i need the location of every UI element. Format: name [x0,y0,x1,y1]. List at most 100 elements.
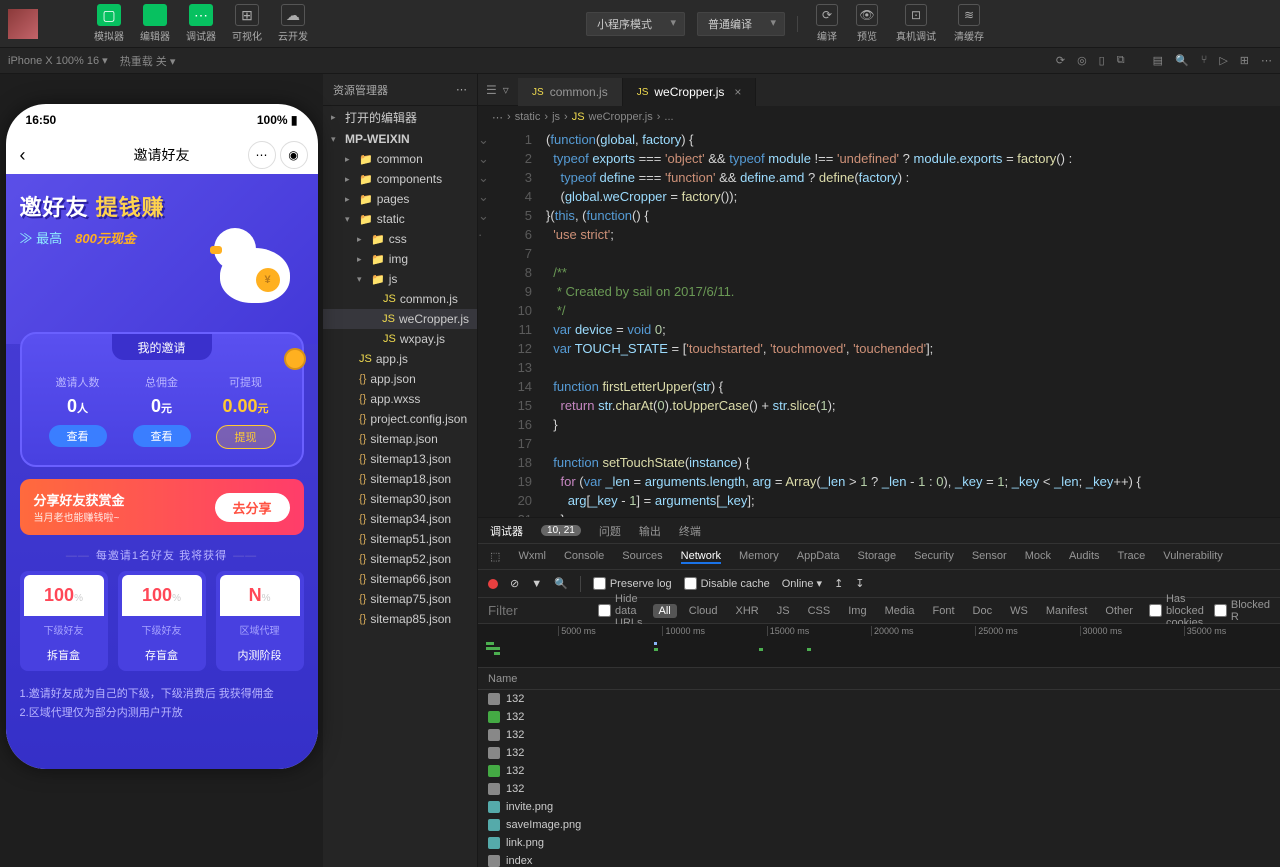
devtools-panel-AppData[interactable]: AppData [797,550,840,564]
tree-item-sitemap13.json[interactable]: {}sitemap13.json [323,449,477,469]
tool-编译[interactable]: ⟳编译 [810,4,844,43]
phone-menu-more-icon[interactable]: ⋯ [248,141,276,169]
tree-item-sitemap51.json[interactable]: {}sitemap51.json [323,529,477,549]
stat-button-查看[interactable]: 查看 [49,425,107,447]
record-icon[interactable]: ◎ [1077,54,1087,67]
tree-item-app.wxss[interactable]: {}app.wxss [323,389,477,409]
popout-icon[interactable]: ⧉ [1117,54,1125,67]
tool-清缓存[interactable]: ≋清缓存 [948,4,990,43]
compile-mode-dropdown[interactable]: 普通编译 [697,12,785,36]
filter-type-Manifest[interactable]: Manifest [1040,604,1094,618]
network-request-row[interactable]: 132 [478,726,1280,744]
device-icon[interactable]: ▯ [1099,54,1105,67]
debug-icon[interactable]: ▷ [1219,54,1227,67]
share-button[interactable]: 去分享 [215,493,290,522]
mode-模拟器[interactable]: ▢ 模拟器 [88,4,130,43]
network-request-row[interactable]: link.png [478,834,1280,852]
tool-预览[interactable]: 👁预览 [850,4,884,43]
tool-真机调试[interactable]: ⊡真机调试 [890,4,942,43]
extensions-icon[interactable]: ⊞ [1240,54,1249,67]
network-request-row[interactable]: saveImage.png [478,816,1280,834]
tree-item-pages[interactable]: ▸📁pages [323,189,477,209]
filter-type-Img[interactable]: Img [842,604,872,618]
devtools-panel-Memory[interactable]: Memory [739,550,779,564]
devtools-tab-调试器[interactable]: 调试器 [490,523,523,539]
close-icon[interactable]: × [734,85,741,99]
tree-item-sitemap75.json[interactable]: {}sitemap75.json [323,589,477,609]
devtools-tab-输出[interactable]: 输出 [639,523,661,539]
user-avatar[interactable] [8,9,38,39]
clear-icon[interactable]: ⊘ [510,577,519,590]
filter-type-Media[interactable]: Media [879,604,921,618]
devtools-panel-Sensor[interactable]: Sensor [972,550,1007,564]
tree-item-sitemap30.json[interactable]: {}sitemap30.json [323,489,477,509]
filter-type-Other[interactable]: Other [1099,604,1139,618]
network-request-row[interactable]: 132 [478,708,1280,726]
devtools-panel-Network[interactable]: Network [681,550,721,564]
branch-icon[interactable]: ⑂ [1201,54,1208,67]
devtools-panel-Audits[interactable]: Audits [1069,550,1100,564]
preserve-log-checkbox[interactable]: Preserve log [593,577,672,590]
throttle-dropdown[interactable]: Online ▾ [782,577,822,590]
network-request-row[interactable]: index [478,852,1280,867]
mode-编辑器[interactable]: 编辑器 [134,4,176,43]
program-mode-dropdown[interactable]: 小程序模式 [586,12,685,36]
filter-type-CSS[interactable]: CSS [802,604,837,618]
more-icon[interactable]: ⋯ [1261,54,1272,67]
explorer-more-icon[interactable]: ⋯ [456,83,467,96]
stat-button-查看[interactable]: 查看 [133,425,191,447]
tree-item-common.js[interactable]: JScommon.js [323,289,477,309]
tree-item-weCropper.js[interactable]: JSweCropper.js [323,309,477,329]
devtools-panel-Security[interactable]: Security [914,550,954,564]
device-selector[interactable]: iPhone X 100% 16 ▾ [8,54,108,67]
network-request-row[interactable]: 132 [478,744,1280,762]
project-root-section[interactable]: ▾MP-WEIXIN [323,129,477,149]
mode-云开发[interactable]: ☁ 云开发 [272,4,314,43]
stat-button-提现[interactable]: 提现 [216,425,276,449]
tree-item-js[interactable]: ▾📁js [323,269,477,289]
network-request-row[interactable]: 132 [478,690,1280,708]
open-editors-section[interactable]: ▸打开的编辑器 [323,106,477,129]
download-icon[interactable]: ↧ [855,577,864,590]
filter-type-All[interactable]: All [653,604,677,618]
code-editor[interactable]: ⌄ ⌄ ⌄ ⌄ ⌄ · 1234567891011121314151617181… [478,128,1280,517]
tree-item-sitemap.json[interactable]: {}sitemap.json [323,429,477,449]
filter-type-XHR[interactable]: XHR [730,604,765,618]
network-request-row[interactable]: 132 [478,762,1280,780]
disable-cache-checkbox[interactable]: Disable cache [684,577,770,590]
search-icon[interactable]: 🔍 [1175,54,1189,67]
devtools-panel-Console[interactable]: Console [564,550,604,564]
tree-item-wxpay.js[interactable]: JSwxpay.js [323,329,477,349]
filter-type-JS[interactable]: JS [771,604,796,618]
editor-menu-icon[interactable]: ☰ [486,83,497,97]
devtools-panel-Trace[interactable]: Trace [1118,550,1146,564]
filter-type-Doc[interactable]: Doc [967,604,999,618]
devtools-panel-Wxml[interactable]: Wxml [518,550,546,564]
search-icon[interactable]: 🔍 [554,577,568,590]
phone-menu-close-icon[interactable]: ◉ [280,141,308,169]
blocked-requests-checkbox[interactable]: Blocked R [1214,599,1270,623]
tree-item-static[interactable]: ▾📁static [323,209,477,229]
devtools-panel-Storage[interactable]: Storage [858,550,897,564]
tree-item-project.config.json[interactable]: {}project.config.json [323,409,477,429]
upload-icon[interactable]: ↥ [834,577,843,590]
devtools-panel-Sources[interactable]: Sources [622,550,662,564]
tree-item-app.js[interactable]: JSapp.js [323,349,477,369]
editor-bookmark-icon[interactable]: ▿ [503,83,509,97]
tree-item-components[interactable]: ▸📁components [323,169,477,189]
tree-item-sitemap85.json[interactable]: {}sitemap85.json [323,609,477,629]
mode-调试器[interactable]: ⋯ 调试器 [180,4,222,43]
tree-item-common[interactable]: ▸📁common [323,149,477,169]
tree-item-sitemap18.json[interactable]: {}sitemap18.json [323,469,477,489]
tree-item-css[interactable]: ▸📁css [323,229,477,249]
editor-tab-weCropper.js[interactable]: JSweCropper.js× [623,78,757,106]
tree-item-sitemap34.json[interactable]: {}sitemap34.json [323,509,477,529]
devtools-panel-Vulnerability[interactable]: Vulnerability [1163,550,1223,564]
tree-item-sitemap66.json[interactable]: {}sitemap66.json [323,569,477,589]
network-request-row[interactable]: 132 [478,780,1280,798]
problem-count-badge[interactable]: 10, 21 [541,525,581,536]
back-icon[interactable]: ‹ [20,145,26,166]
filter-type-Cloud[interactable]: Cloud [683,604,724,618]
filter-input[interactable] [488,603,588,618]
tree-item-img[interactable]: ▸📁img [323,249,477,269]
